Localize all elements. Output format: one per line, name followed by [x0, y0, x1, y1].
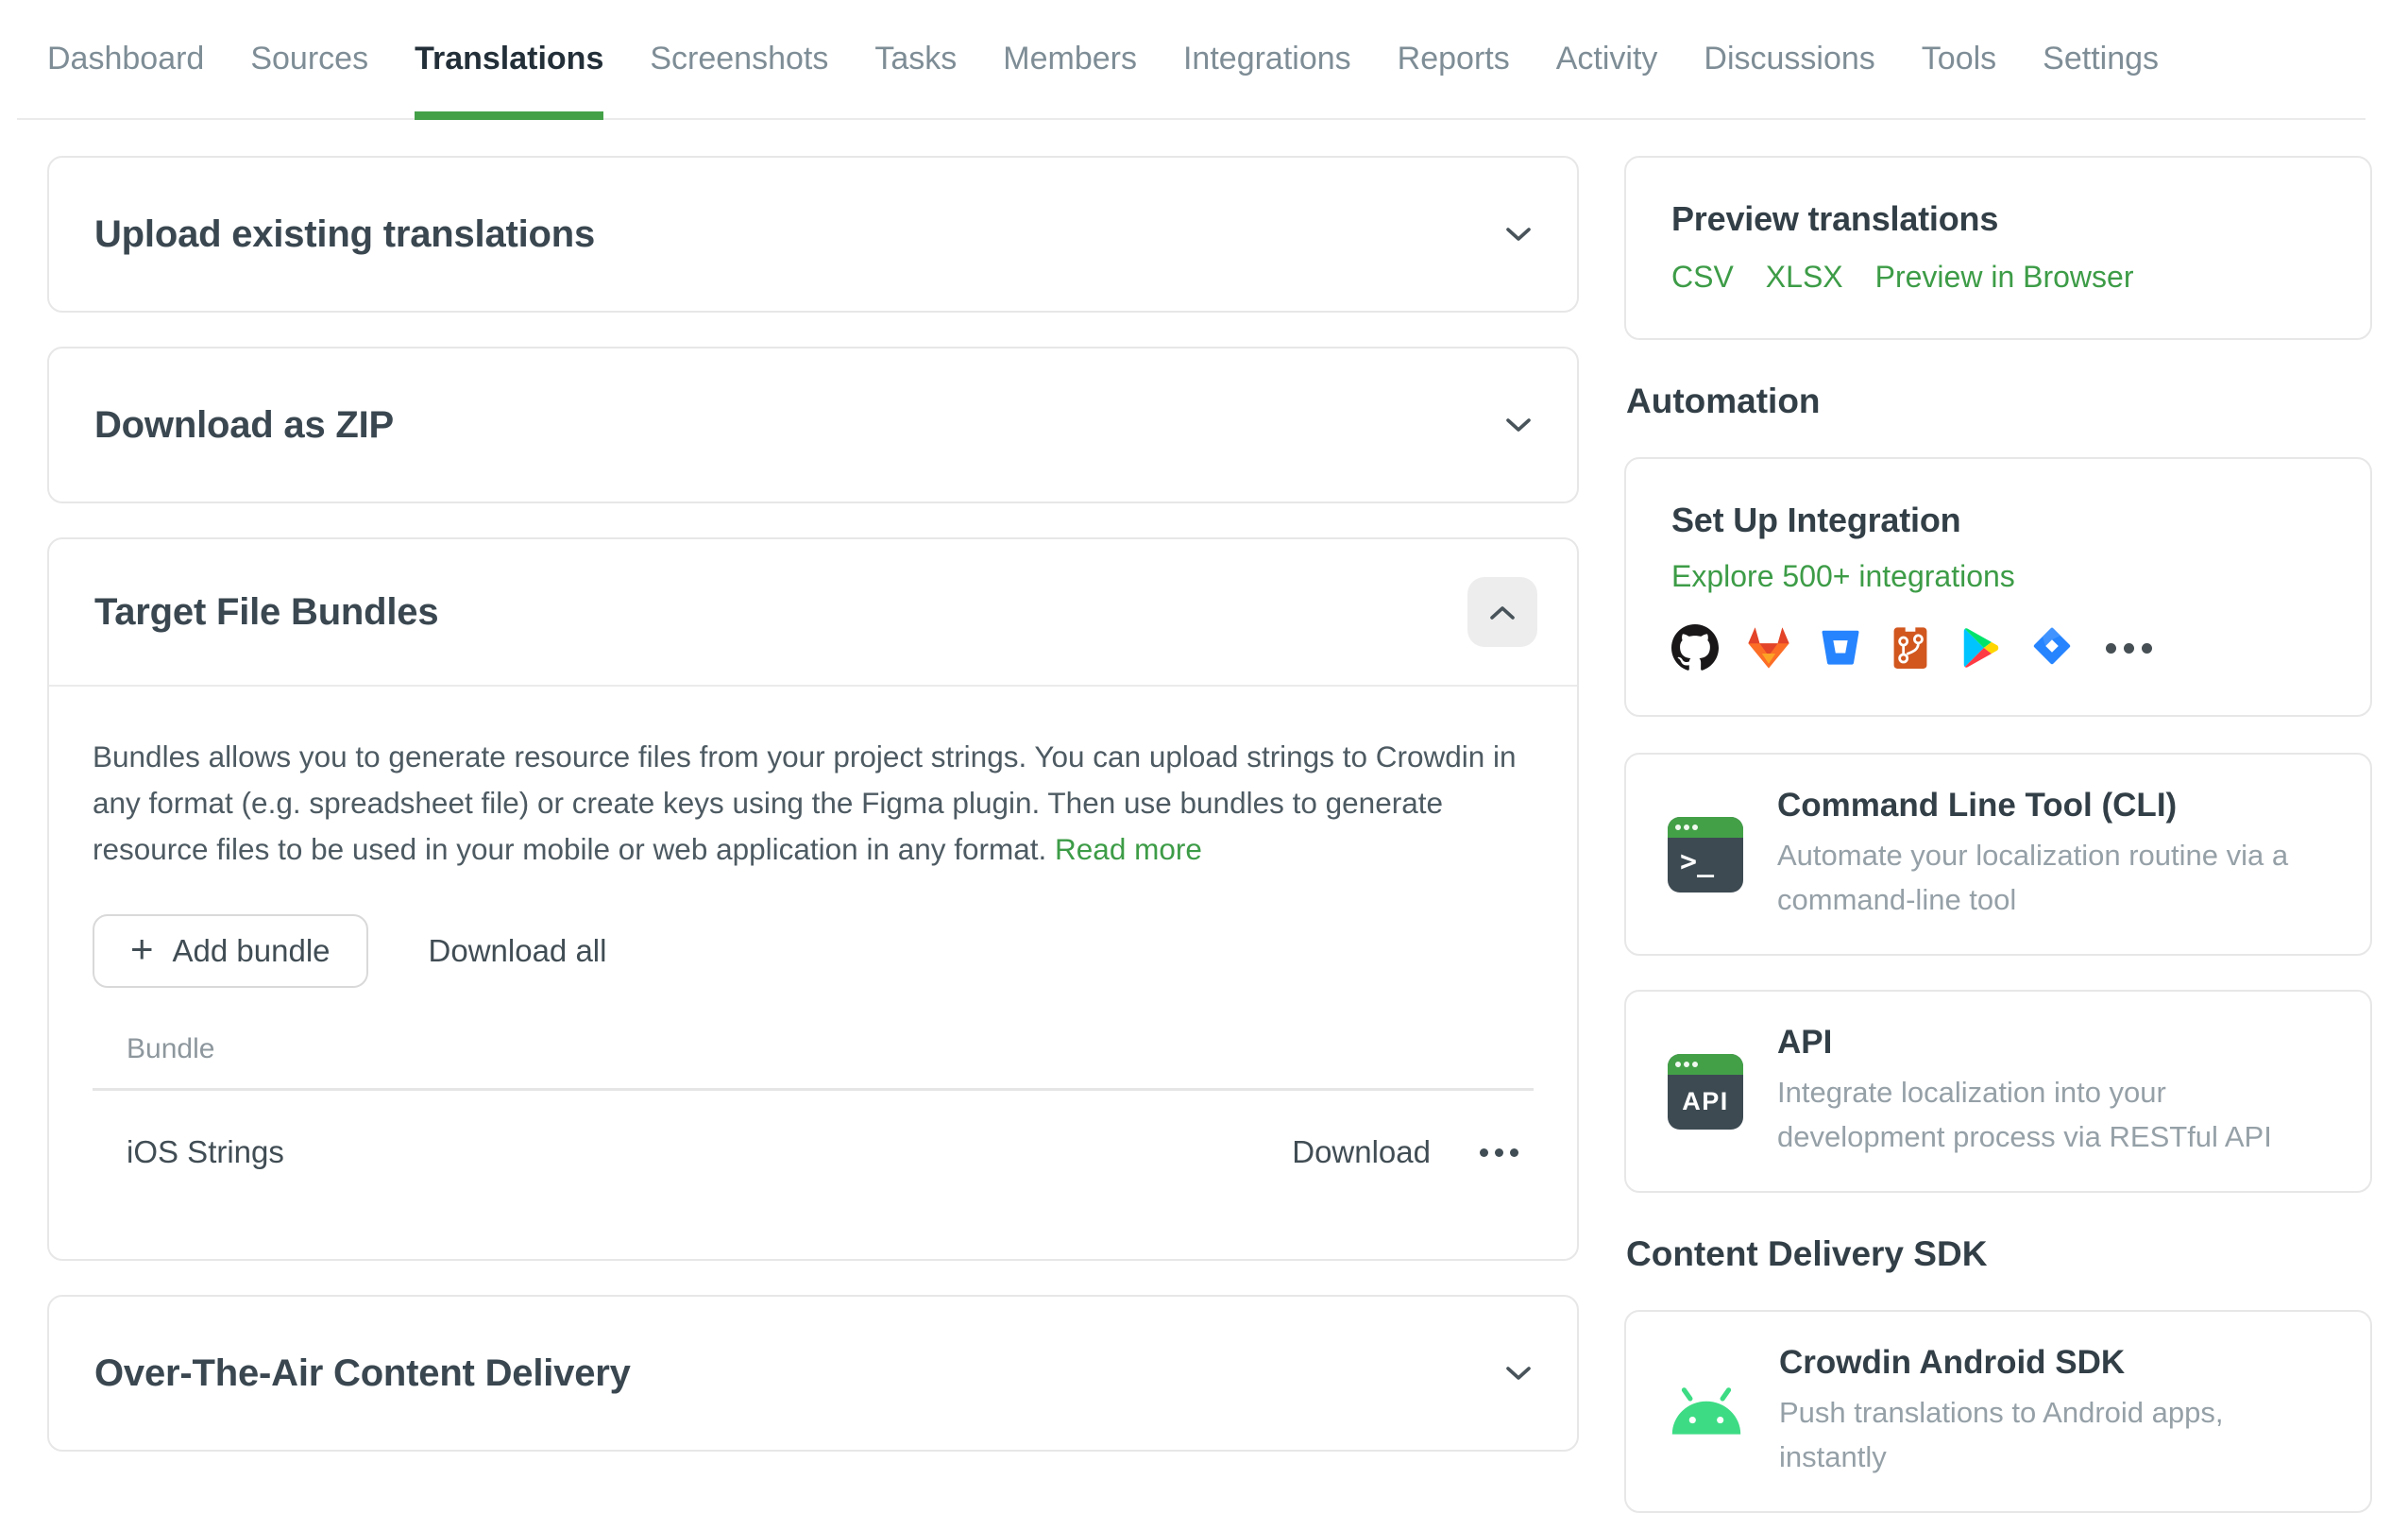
jira-icon[interactable]: [2029, 625, 2075, 671]
tab-discussions[interactable]: Discussions: [1704, 0, 1874, 118]
set-up-integration-card: Set Up Integration Explore 500+ integrat…: [1624, 457, 2372, 717]
xlsx-link[interactable]: XLSX: [1766, 260, 1843, 295]
download-zip-panel-title: Download as ZIP: [94, 404, 394, 447]
svg-text:API: API: [1682, 1087, 1729, 1115]
tab-activity[interactable]: Activity: [1556, 0, 1658, 118]
cli-title: Command Line Tool (CLI): [1777, 787, 2325, 824]
bundle-column-header: Bundle: [93, 1033, 1534, 1091]
bundles-table: Bundle iOS Strings Download: [93, 1033, 1534, 1204]
download-all-link[interactable]: Download all: [429, 933, 607, 969]
explore-integrations-link[interactable]: Explore 500+ integrations: [1671, 559, 2015, 594]
tab-integrations[interactable]: Integrations: [1183, 0, 1351, 118]
cli-card[interactable]: >_ Command Line Tool (CLI) Automate your…: [1624, 753, 2372, 956]
bundle-name: iOS Strings: [127, 1134, 284, 1170]
csv-link[interactable]: CSV: [1671, 260, 1734, 295]
tab-reports[interactable]: Reports: [1398, 0, 1510, 118]
chevron-down-icon[interactable]: [1505, 417, 1532, 434]
tab-sources[interactable]: Sources: [250, 0, 368, 118]
tab-translations[interactable]: Translations: [415, 0, 603, 118]
google-play-icon[interactable]: [1959, 626, 2002, 670]
set-up-integration-title: Set Up Integration: [1671, 501, 2325, 540]
git-icon[interactable]: [1890, 625, 1931, 671]
preview-in-browser-link[interactable]: Preview in Browser: [1875, 260, 2134, 295]
tab-tools[interactable]: Tools: [1922, 0, 1996, 118]
panel-target-file-bundles: Target File Bundles Bundles allows you t…: [47, 537, 1579, 1261]
preview-links: CSV XLSX Preview in Browser: [1671, 260, 2325, 295]
automation-heading: Automation: [1626, 382, 2372, 421]
upload-panel-title: Upload existing translations: [94, 213, 595, 256]
bundles-panel-title: Target File Bundles: [94, 591, 438, 634]
api-card[interactable]: API API Integrate localization into your…: [1624, 990, 2372, 1193]
read-more-link[interactable]: Read more: [1055, 832, 1202, 866]
download-zip-panel-header[interactable]: Download as ZIP: [49, 348, 1577, 502]
preview-translations-card: Preview translations CSV XLSX Preview in…: [1624, 156, 2372, 340]
preview-translations-title: Preview translations: [1671, 199, 2325, 239]
tab-tasks[interactable]: Tasks: [874, 0, 957, 118]
panel-download-as-zip: Download as ZIP: [47, 347, 1579, 503]
terminal-icon: >_: [1668, 817, 1743, 892]
bundles-actions-row: + Add bundle Download all: [93, 914, 1534, 988]
api-icon: API: [1668, 1054, 1743, 1130]
bundles-panel-body: Bundles allows you to generate resource …: [49, 687, 1577, 1259]
sidebar: Preview translations CSV XLSX Preview in…: [1624, 156, 2372, 1513]
svg-text:>_: >_: [1680, 845, 1715, 878]
table-row: iOS Strings Download: [93, 1091, 1534, 1204]
add-bundle-label: Add bundle: [173, 933, 331, 969]
api-title: API: [1777, 1024, 2325, 1062]
github-icon[interactable]: [1671, 624, 1719, 672]
bitbucket-icon[interactable]: [1819, 626, 1862, 670]
tab-dashboard[interactable]: Dashboard: [47, 0, 204, 118]
api-card-text: API Integrate localization into your dev…: [1777, 1024, 2325, 1159]
more-integrations-icon[interactable]: [2106, 643, 2152, 654]
collapse-bundles-button[interactable]: [1467, 577, 1537, 647]
bundles-panel-header[interactable]: Target File Bundles: [49, 539, 1577, 687]
project-tabs: Dashboard Sources Translations Screensho…: [17, 0, 2366, 120]
bundles-description: Bundles allows you to generate resource …: [93, 734, 1528, 873]
android-sdk-title: Crowdin Android SDK: [1779, 1344, 2327, 1382]
chevron-up-icon: [1489, 604, 1516, 620]
android-icon: [1668, 1386, 1745, 1437]
plus-icon: +: [130, 929, 154, 969]
panel-upload-existing-translations: Upload existing translations: [47, 156, 1579, 313]
more-actions-icon[interactable]: [1478, 1143, 1520, 1163]
main-column: Upload existing translations Download as…: [47, 156, 1579, 1513]
android-sdk-card[interactable]: Crowdin Android SDK Push translations to…: [1624, 1310, 2372, 1513]
bundle-download-link[interactable]: Download: [1292, 1134, 1431, 1170]
tab-members[interactable]: Members: [1003, 0, 1137, 118]
ota-panel-header[interactable]: Over-The-Air Content Delivery: [49, 1297, 1577, 1450]
tab-screenshots[interactable]: Screenshots: [650, 0, 828, 118]
chevron-down-icon[interactable]: [1505, 1366, 1532, 1382]
panel-over-the-air: Over-The-Air Content Delivery: [47, 1295, 1579, 1452]
tab-settings[interactable]: Settings: [2043, 0, 2159, 118]
content-delivery-sdk-heading: Content Delivery SDK: [1626, 1234, 2372, 1274]
add-bundle-button[interactable]: + Add bundle: [93, 914, 368, 988]
cli-card-text: Command Line Tool (CLI) Automate your lo…: [1777, 787, 2325, 922]
cli-subtitle: Automate your localization routine via a…: [1777, 834, 2325, 922]
bundles-description-text: Bundles allows you to generate resource …: [93, 740, 1517, 866]
integration-icons-row: [1671, 624, 2325, 672]
api-subtitle: Integrate localization into your develop…: [1777, 1071, 2325, 1159]
gitlab-icon[interactable]: [1746, 626, 1791, 670]
android-sdk-subtitle: Push translations to Android apps, insta…: [1779, 1391, 2327, 1479]
upload-panel-header[interactable]: Upload existing translations: [49, 158, 1577, 311]
bundle-row-actions: Download: [1292, 1134, 1520, 1170]
android-card-text: Crowdin Android SDK Push translations to…: [1779, 1344, 2327, 1479]
chevron-down-icon[interactable]: [1505, 227, 1532, 243]
ota-panel-title: Over-The-Air Content Delivery: [94, 1352, 631, 1395]
